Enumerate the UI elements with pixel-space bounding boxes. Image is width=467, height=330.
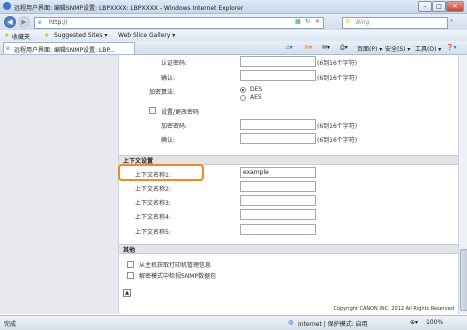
window-title: 远程用户界面: 编辑SNMP设置: LBPXXXX: LBPXXXX - Win…: [14, 5, 244, 12]
zoom-icon[interactable]: ⊕▾: [410, 319, 418, 326]
compat-icon[interactable]: ▦: [295, 18, 301, 25]
tab-bar: e 远程用户界面: 编辑SNMP设置: LBP... ⌂▾ ≋▾ ✉▾ ⎙▾ 页…: [0, 41, 467, 55]
get-from-host-checkbox[interactable]: [127, 261, 134, 268]
close-button[interactable]: ✕: [446, 1, 464, 12]
encrypt-confirm-field[interactable]: [240, 133, 316, 144]
safety-menu[interactable]: 安全(S) ▾: [385, 44, 410, 53]
copyright-text: Copyright CANON INC. 2012 All Rights Res…: [333, 306, 454, 312]
address-toolbar: ◀ ▶ e http:// ▦ ↻ ✕ b Bing ⌕: [0, 14, 467, 30]
suggested-sites-link[interactable]: Suggested Sites ▾: [54, 32, 107, 39]
favorites-button[interactable]: 收藏夹: [12, 32, 30, 41]
minimize-button[interactable]: –: [418, 1, 432, 12]
refresh-icon[interactable]: ↻: [305, 18, 310, 25]
des-radio[interactable]: [240, 87, 246, 93]
auth-password-field[interactable]: [240, 56, 316, 67]
context-name-2-label: 上下文名称2:: [135, 186, 171, 193]
page-content: 认证密码: (6到16个字符) 确认: (6到16个字符) 加密算法: DES …: [0, 55, 458, 314]
address-input[interactable]: e http:// ▦ ↻ ✕: [34, 17, 324, 29]
specify-snmp-checkbox[interactable]: [127, 272, 134, 279]
status-bar: 完成 ◍ Internet | 保护模式: 启用 ⊕▾ 100%: [0, 315, 467, 330]
other-section-header: 其他: [119, 244, 458, 254]
window-titlebar: 远程用户界面: 编辑SNMP设置: LBPXXXX: LBPXXXX - Win…: [0, 0, 467, 14]
ie-logo-icon: [3, 2, 11, 10]
context-name-4-field[interactable]: [240, 209, 316, 220]
stop-icon[interactable]: ✕: [315, 18, 320, 25]
encrypt-password-hint: (6到16个字符): [317, 123, 358, 130]
main-form: 认证密码: (6到16个字符) 确认: (6到16个字符) 加密算法: DES …: [119, 55, 458, 314]
tab-title: 远程用户界面: 编辑SNMP设置: LBP...: [14, 47, 115, 54]
favorites-star-icon[interactable]: ★: [4, 32, 9, 39]
back-button[interactable]: ◀: [4, 16, 16, 28]
vertical-scrollbar[interactable]: [458, 55, 467, 314]
tab-active[interactable]: e 远程用户界面: 编辑SNMP设置: LBP...: [3, 42, 135, 54]
zone-text: Internet | 保护模式: 启用: [298, 321, 368, 328]
context-name-1-highlight: [118, 164, 204, 181]
context-name-4-label: 上下文名称4:: [135, 214, 171, 221]
help-menu[interactable]: ❓▾: [446, 44, 456, 51]
print-icon[interactable]: ⎙▾: [340, 44, 348, 52]
sidebar: [0, 55, 119, 314]
set-change-password-label: 设置/更改密码: [161, 109, 200, 116]
aes-label: AES: [250, 94, 262, 101]
encrypt-algo-label: 加密算法:: [149, 89, 176, 96]
back-to-top-icon[interactable]: ▲: [123, 289, 131, 297]
context-name-5-field[interactable]: [240, 224, 316, 235]
set-change-password-checkbox[interactable]: [149, 107, 156, 114]
encrypt-confirm-hint: (6到16个字符): [317, 137, 358, 144]
scrollbar-thumb[interactable]: [460, 249, 467, 311]
page-icon: e: [38, 19, 42, 26]
url-text: http://: [49, 19, 68, 26]
context-name-1-field[interactable]: example: [240, 167, 316, 178]
context-name-1-value: example: [243, 169, 269, 176]
des-label: DES: [250, 86, 263, 93]
page-menu[interactable]: 页面(P) ▾: [357, 44, 382, 53]
add-favorite-icon[interactable]: ★: [44, 32, 49, 39]
auth-confirm-hint: (6到16个字符): [317, 75, 358, 82]
other-section-title: 其他: [123, 247, 136, 254]
search-input[interactable]: b Bing: [342, 17, 448, 29]
forward-button[interactable]: ▶: [18, 16, 30, 28]
aes-radio[interactable]: [240, 95, 246, 101]
context-name-5-label: 上下文名称5:: [135, 229, 171, 236]
context-name-3-field[interactable]: [240, 195, 316, 206]
specify-snmp-label: 解密模式中检视SNMP数据包: [139, 273, 217, 280]
auth-confirm-field[interactable]: [240, 70, 316, 81]
auth-password-label: 认证密码:: [161, 60, 188, 67]
get-from-host-label: 从主机获取打印机管理信息: [139, 262, 212, 269]
encrypt-confirm-label: 确认:: [161, 137, 176, 144]
globe-icon: ◍: [288, 319, 294, 326]
mail-icon[interactable]: ✉▾: [322, 44, 330, 51]
status-text: 完成: [4, 321, 17, 328]
tools-menu[interactable]: 工具(O) ▾: [415, 44, 441, 53]
zoom-level[interactable]: 100%: [426, 319, 443, 326]
search-icon[interactable]: ⌕: [450, 17, 453, 25]
bing-icon: b: [346, 18, 350, 25]
web-slice-gallery-link[interactable]: Web Slice Gallery ▾: [118, 32, 175, 39]
context-name-3-label: 上下文名称3:: [135, 200, 171, 207]
home-icon[interactable]: ⌂▾: [286, 44, 293, 51]
feeds-icon[interactable]: ≋▾: [304, 44, 312, 51]
maximize-button[interactable]: □: [432, 1, 446, 12]
context-name-2-field[interactable]: [240, 181, 316, 192]
search-placeholder: Bing: [356, 19, 370, 26]
auth-password-hint: (6到16个字符): [317, 60, 358, 67]
encrypt-password-label: 加密密码:: [161, 123, 188, 130]
tab-page-icon: e: [6, 45, 10, 52]
auth-confirm-label: 确认:: [161, 75, 176, 82]
encrypt-password-field[interactable]: [240, 119, 316, 130]
